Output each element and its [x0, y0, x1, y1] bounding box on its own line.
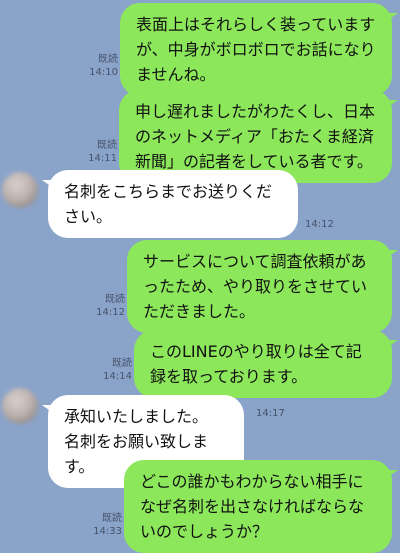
- message-time: 14:12: [96, 307, 125, 318]
- message-time: 14:12: [305, 219, 334, 230]
- message-outgoing[interactable]: 表面上はそれらしく装っていますが、中身がボロボロでお話になりませんね。: [120, 3, 398, 96]
- read-receipt: 既読: [105, 294, 125, 305]
- read-receipt: 既読: [97, 140, 117, 151]
- chat-area: 表面上はそれらしく装っていますが、中身がボロボロでお話になりませんね。 既読 1…: [0, 0, 400, 553]
- message-meta: 既読 14:33: [82, 512, 122, 538]
- message-outgoing[interactable]: どこの誰かもわからない相手になぜ名刺を出さなければならないのでしょうか？: [124, 460, 398, 553]
- read-receipt: 既読: [112, 358, 132, 369]
- message-outgoing[interactable]: サービスについて調査依頼があったため、やり取りをさせていただきました。: [127, 240, 398, 333]
- message-bubble: サービスについて調査依頼があったため、やり取りをさせていただきました。: [127, 240, 392, 333]
- contact-avatar[interactable]: [2, 388, 38, 424]
- message-time: 14:11: [88, 153, 117, 164]
- message-meta: 既読 14:11: [77, 139, 117, 165]
- bubble-tail: [388, 13, 398, 20]
- bubble-tail: [42, 405, 52, 412]
- message-time: 14:33: [93, 526, 122, 537]
- contact-avatar[interactable]: [2, 172, 38, 208]
- message-bubble: このLINEのやり取りは全て記録を取っております。: [134, 330, 392, 398]
- message-meta: 14:12: [305, 218, 345, 231]
- message-meta: 既読 14:12: [85, 293, 125, 319]
- message-time: 14:14: [103, 371, 132, 382]
- message-bubble: 名刺をこちらまでお送りください。: [48, 170, 298, 238]
- message-outgoing[interactable]: このLINEのやり取りは全て記録を取っております。: [134, 330, 398, 398]
- message-time: 14:10: [89, 67, 118, 78]
- message-meta: 既読 14:14: [92, 357, 132, 383]
- message-bubble: 表面上はそれらしく装っていますが、中身がボロボロでお話になりませんね。: [120, 3, 392, 96]
- bubble-tail: [42, 180, 52, 187]
- message-time: 14:17: [256, 408, 285, 419]
- message-incoming[interactable]: 名刺をこちらまでお送りください。: [42, 170, 298, 238]
- message-meta: 14:17: [256, 407, 296, 420]
- read-receipt: 既読: [102, 513, 122, 524]
- read-receipt: 既読: [98, 54, 118, 65]
- bubble-tail: [388, 470, 398, 477]
- message-bubble: どこの誰かもわからない相手になぜ名刺を出さなければならないのでしょうか？: [124, 460, 392, 553]
- bubble-tail: [388, 340, 398, 347]
- bubble-tail: [388, 100, 398, 107]
- bubble-tail: [388, 250, 398, 257]
- message-meta: 既読 14:10: [78, 53, 118, 79]
